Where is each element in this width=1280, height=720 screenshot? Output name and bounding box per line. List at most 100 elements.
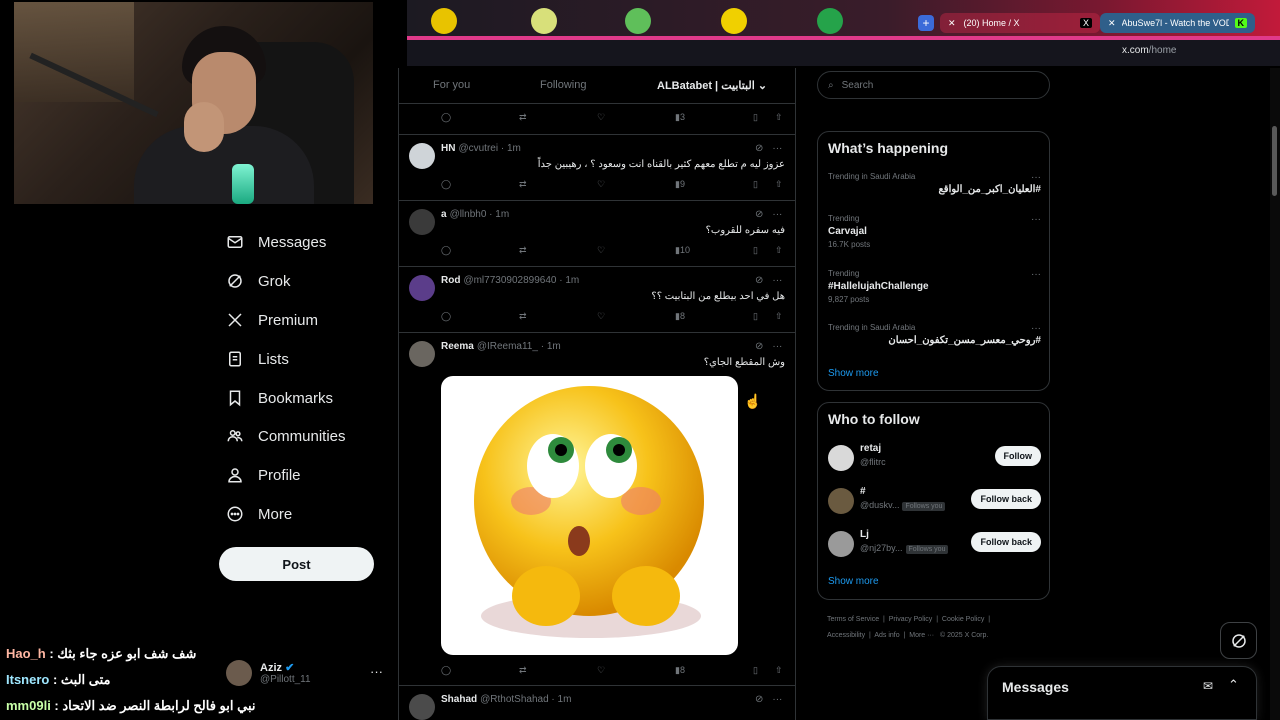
post-handle[interactable]: @IReema11_ [477, 341, 538, 352]
more-icon[interactable]: ··· [1031, 172, 1041, 183]
post-button[interactable]: Post [219, 547, 374, 581]
share-icon[interactable]: ⇧ [775, 112, 783, 123]
more-icon[interactable]: ··· [772, 694, 782, 705]
tab-following[interactable]: Following [540, 79, 586, 91]
post-author[interactable]: HN [441, 143, 455, 154]
nav-item-bookmarks[interactable]: Bookmarks [226, 383, 333, 413]
account-switcher[interactable]: Aziz ✔ @Pillott_11 ··· [226, 656, 386, 690]
post-time[interactable]: 1m [507, 143, 521, 154]
reply-icon[interactable]: ◯ [441, 311, 451, 322]
post-author[interactable]: Reema [441, 341, 474, 352]
trend-item[interactable]: Trending Carvajal 16.7K posts ··· [828, 214, 1041, 249]
post-author[interactable]: a [441, 209, 447, 220]
post-image[interactable] [441, 376, 738, 655]
share-icon[interactable]: ⇧ [775, 665, 783, 676]
views-icon[interactable]: ▮ 10 [675, 245, 690, 256]
repost-icon[interactable]: ⇄ [519, 112, 527, 123]
views-icon[interactable]: ▮ 3 [675, 112, 685, 123]
views-icon[interactable]: ▮ 8 [675, 311, 685, 322]
post[interactable]: Reema @IReema11_ · 1m ⊘ ··· وش المقطع الجا… [399, 333, 795, 686]
post-handle[interactable]: @RthotShahad [480, 694, 549, 705]
like-icon[interactable]: ♡ [597, 179, 605, 190]
grok-icon[interactable]: ⊘ [755, 143, 763, 154]
more-icon[interactable]: ··· [772, 341, 782, 352]
more-icon[interactable]: ··· [772, 275, 782, 286]
post-menu[interactable]: ⊘ ··· [755, 143, 782, 154]
new-message-icon[interactable]: ✉ [1203, 679, 1213, 693]
search-input[interactable]: ⌕ Search [817, 71, 1050, 99]
new-tab-button[interactable]: + [918, 15, 934, 31]
follow-suggestion[interactable]: retaj @flitrc Follow [828, 443, 1041, 473]
footer-link[interactable]: Terms of Service [827, 616, 879, 623]
repost-icon[interactable]: ⇄ [519, 311, 527, 322]
trend-item[interactable]: Trending #HallelujahChallenge 9,827 post… [828, 269, 1041, 304]
post-author[interactable]: Shahad [441, 694, 477, 705]
post-time[interactable]: 1m [547, 341, 561, 352]
tab-list[interactable]: ALBatabet | البتابيت ⌄ [657, 79, 767, 92]
show-more-link[interactable]: Show more [828, 576, 879, 587]
bookmark-icon[interactable]: ▯ [753, 665, 758, 676]
footer-link[interactable]: Accessibility [827, 632, 865, 639]
post-time[interactable]: 1m [495, 209, 509, 220]
reply-icon[interactable]: ◯ [441, 665, 451, 676]
reply-icon[interactable]: ◯ [441, 112, 451, 123]
nav-item-lists[interactable]: Lists [226, 344, 289, 374]
more-icon[interactable]: ··· [772, 143, 782, 154]
views-icon[interactable]: ▮ 9 [675, 179, 685, 190]
post-handle[interactable]: @cvutrei [458, 143, 498, 154]
post-handle[interactable]: @llnbh0 [450, 209, 487, 220]
share-icon[interactable]: ⇧ [775, 179, 783, 190]
follow-back-button[interactable]: Follow back [971, 489, 1041, 509]
post-menu[interactable]: ⊘ ··· [755, 341, 782, 352]
bookmark-icon[interactable]: ▯ [753, 179, 758, 190]
post[interactable]: HN @cvutrei · 1m ⊘ ··· عزوز ليه م تطلع معه… [399, 135, 795, 201]
like-icon[interactable]: ♡ [597, 311, 605, 322]
bookmark-icon[interactable]: ▯ [753, 112, 758, 123]
more-icon[interactable]: ··· [772, 209, 782, 220]
grok-icon[interactable]: ⊘ [755, 209, 763, 220]
nav-item-messages[interactable]: Messages [226, 227, 326, 257]
footer-link[interactable]: Privacy Policy [889, 616, 933, 623]
more-icon[interactable]: ··· [1031, 269, 1041, 280]
like-icon[interactable]: ♡ [597, 112, 605, 123]
views-icon[interactable]: ▮ 8 [675, 665, 685, 676]
nav-item-premium[interactable]: Premium [226, 305, 318, 335]
post-menu[interactable]: ⊘ ··· [755, 694, 782, 705]
nav-item-profile[interactable]: Profile [226, 460, 301, 490]
nav-item-communities[interactable]: Communities [226, 421, 346, 451]
url-text[interactable]: x.com/home [1122, 45, 1176, 56]
repost-icon[interactable]: ⇄ [519, 245, 527, 256]
post-time[interactable]: 1m [565, 275, 579, 286]
more-icon[interactable]: ··· [1031, 214, 1041, 225]
grok-button[interactable] [1220, 622, 1257, 659]
like-icon[interactable]: ♡ [597, 245, 605, 256]
nav-item-more[interactable]: More [226, 499, 292, 529]
footer-link[interactable]: More ··· [909, 632, 934, 639]
post[interactable]: a @llnbh0 · 1m ⊘ ··· فيه سفره للقروب؟ ◯ ⇄ … [399, 201, 795, 267]
trend-item[interactable]: Trending in Saudi Arabia #روحي_معسر_مسن_… [828, 323, 1041, 346]
like-icon[interactable]: ♡ [597, 665, 605, 676]
post[interactable]: Rod @ml7730902899640 · 1m ⊘ ··· هل في احد … [399, 267, 795, 333]
post[interactable]: ◯ ⇄ ♡ ▮ 3 ▯ ⇧ [399, 104, 795, 135]
browser-tab[interactable]: ✕ AbuSwe7l - Watch the VOD on K [1100, 13, 1255, 33]
follow-button[interactable]: Follow [994, 446, 1041, 466]
footer-link[interactable]: Ads info [874, 632, 899, 639]
post-time[interactable]: 1m [558, 694, 572, 705]
repost-icon[interactable]: ⇄ [519, 179, 527, 190]
messages-drawer[interactable]: Messages ✉ ⌃ [987, 666, 1257, 720]
grok-icon[interactable]: ⊘ [755, 694, 763, 705]
footer-link[interactable]: Cookie Policy [942, 616, 984, 623]
share-icon[interactable]: ⇧ [775, 245, 783, 256]
follow-back-button[interactable]: Follow back [971, 532, 1041, 552]
close-icon[interactable]: ✕ [1108, 18, 1116, 29]
trend-item[interactable]: Trending in Saudi Arabia #العليان_اكبر_م… [828, 172, 1041, 195]
follow-suggestion[interactable]: # @duskv... Follows you Follow back [828, 486, 1041, 516]
share-icon[interactable]: ⇧ [775, 311, 783, 322]
bookmark-icon[interactable]: ▯ [753, 311, 758, 322]
post-menu[interactable]: ⊘ ··· [755, 209, 782, 220]
scrollbar[interactable] [1270, 68, 1280, 720]
grok-icon[interactable]: ⊘ [755, 341, 763, 352]
post-author[interactable]: Rod [441, 275, 460, 286]
chevron-up-icon[interactable]: ⌃ [1228, 677, 1239, 693]
tab-for-you[interactable]: For you [433, 79, 470, 91]
